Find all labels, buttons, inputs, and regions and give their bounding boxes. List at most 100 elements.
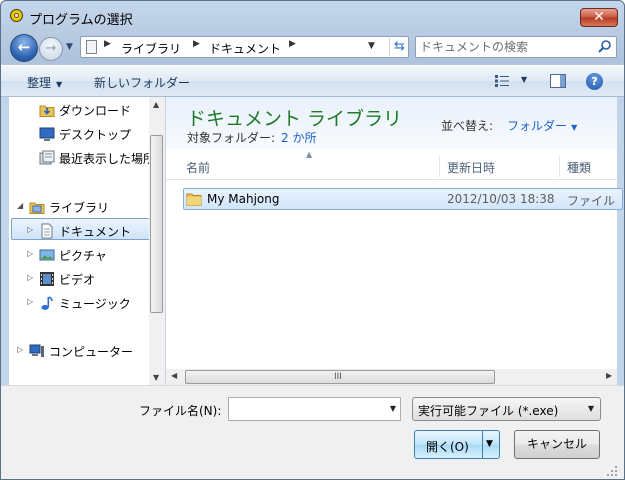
collapsed-triangle-icon[interactable]: ▷ bbox=[27, 225, 33, 234]
breadcrumb-documents[interactable]: ドキュメント bbox=[209, 40, 281, 57]
address-bar[interactable]: ▶ ライブラリ ▶ ドキュメント ▶ ▼ ⇆ bbox=[80, 36, 409, 58]
resize-grip-icon[interactable] bbox=[606, 465, 618, 477]
chevron-down-icon: ▼ bbox=[587, 404, 594, 413]
locations-link[interactable]: 2 か所 bbox=[281, 131, 316, 145]
library-header: ドキュメント ライブラリ 対象フォルダー: 2 か所 並べ替え: フォルダー ▼ bbox=[166, 97, 617, 149]
search-input[interactable] bbox=[420, 38, 590, 56]
filetype-select[interactable]: 実行可能ファイル (*.exe) ▼ bbox=[412, 397, 601, 421]
file-type: ファイル bbox=[567, 194, 616, 208]
filename-input[interactable] bbox=[232, 400, 372, 418]
close-button[interactable]: ✕ bbox=[580, 8, 618, 27]
chevron-down-icon: ▼ bbox=[56, 80, 63, 89]
grip-icon: III bbox=[334, 372, 342, 382]
filename-label: ファイル名(N): bbox=[139, 404, 222, 418]
navigation-bar: ← → ▼ ▶ ライブラリ ▶ ドキュメント ▶ ▼ ⇆ bbox=[1, 31, 624, 65]
cancel-button[interactable]: キャンセル bbox=[514, 430, 600, 459]
sidebar-item-label: ミュージック bbox=[59, 297, 131, 311]
new-folder-button[interactable]: 新しいフォルダー bbox=[94, 74, 190, 91]
horizontal-scrollbar[interactable]: ◀ III ▶ bbox=[166, 369, 617, 385]
views-dropdown-icon[interactable]: ▼ bbox=[521, 75, 527, 84]
chevron-down-icon[interactable]: ▼ bbox=[390, 404, 396, 413]
documents-icon bbox=[41, 223, 53, 239]
scroll-thumb[interactable]: III bbox=[185, 370, 495, 384]
search-icon[interactable] bbox=[597, 39, 613, 55]
split-divider bbox=[482, 431, 483, 458]
open-program-dialog: プログラムの選択 ✕ ← → ▼ ▶ ライブラリ ▶ ドキュメント ▶ ▼ ⇆ … bbox=[0, 0, 625, 480]
scroll-up-icon[interactable]: ▲ bbox=[153, 100, 159, 109]
chevron-down-icon: ▼ bbox=[66, 42, 73, 52]
arrow-left-icon: ← bbox=[17, 38, 31, 56]
library-locations: 対象フォルダー: 2 か所 bbox=[187, 131, 317, 145]
scroll-left-icon[interactable]: ◀ bbox=[171, 371, 177, 380]
search-box[interactable] bbox=[415, 36, 617, 58]
collapsed-triangle-icon[interactable]: ▷ bbox=[27, 249, 33, 258]
scroll-down-icon[interactable]: ▼ bbox=[153, 373, 159, 382]
sidebar-item-label: ドキュメント bbox=[59, 225, 132, 239]
collapsed-triangle-icon[interactable]: ▷ bbox=[27, 297, 33, 306]
window-title: プログラムの選択 bbox=[29, 13, 133, 28]
arrow-right-icon: → bbox=[45, 41, 57, 56]
sidebar-item-label: コンピューター bbox=[49, 345, 134, 359]
column-headers: ▲ 名前 更新日時 種類 bbox=[166, 150, 617, 180]
views-icon[interactable] bbox=[495, 75, 509, 87]
preview-pane-icon[interactable] bbox=[550, 74, 566, 88]
app-icon bbox=[10, 9, 23, 22]
breadcrumb-separator-icon[interactable]: ▶ bbox=[193, 39, 200, 49]
download-folder-icon bbox=[39, 105, 55, 117]
back-button[interactable]: ← bbox=[10, 34, 38, 62]
command-bar: 整理 ▼ 新しいフォルダー ▼ ? bbox=[1, 65, 624, 97]
computer-icon bbox=[29, 344, 44, 357]
breadcrumb-libraries[interactable]: ライブラリ bbox=[121, 40, 181, 57]
help-icon[interactable]: ? bbox=[586, 73, 603, 90]
refresh-button[interactable]: ⇆ bbox=[389, 38, 409, 56]
arrange-by-dropdown[interactable]: フォルダー bbox=[507, 119, 567, 133]
column-header-date[interactable]: 更新日時 bbox=[447, 159, 495, 176]
filename-combobox[interactable]: ▼ bbox=[228, 397, 401, 421]
address-dropdown-icon[interactable]: ▼ bbox=[368, 41, 375, 51]
pictures-icon bbox=[39, 249, 55, 261]
breadcrumb-separator-icon[interactable]: ▶ bbox=[104, 39, 111, 49]
sidebar-item-label: ライブラリ bbox=[49, 201, 110, 215]
navigation-pane: ダウンロード デスクトップ 最近表示した場所 ◢ ライブラリ ▷ ドキュメント … bbox=[9, 97, 166, 385]
column-divider[interactable] bbox=[559, 155, 560, 177]
library-title: ドキュメント ライブラリ bbox=[187, 108, 403, 130]
title-bar: プログラムの選択 ✕ bbox=[1, 1, 624, 31]
recent-places-icon bbox=[39, 150, 55, 165]
refresh-icon: ⇆ bbox=[394, 39, 405, 54]
collapsed-triangle-icon[interactable]: ▷ bbox=[27, 273, 33, 282]
filetype-value: 実行可能ファイル (*.exe) bbox=[418, 404, 559, 418]
desktop-icon bbox=[39, 127, 55, 141]
file-list-pane: ドキュメント ライブラリ 対象フォルダー: 2 か所 並べ替え: フォルダー ▼ ▲ … bbox=[166, 97, 623, 385]
scroll-thumb[interactable] bbox=[150, 135, 163, 313]
scroll-right-icon[interactable]: ▶ bbox=[606, 371, 612, 380]
forward-button[interactable]: → bbox=[39, 37, 63, 61]
chevron-down-icon[interactable]: ▼ bbox=[571, 123, 577, 132]
library-icon bbox=[29, 202, 45, 214]
open-button[interactable]: 開く(O) ▼ bbox=[414, 430, 500, 459]
music-icon bbox=[41, 296, 53, 310]
breadcrumb-separator-icon[interactable]: ▶ bbox=[289, 39, 296, 49]
folder-icon bbox=[186, 193, 202, 206]
document-icon bbox=[86, 40, 97, 54]
expanded-triangle-icon[interactable]: ◢ bbox=[17, 201, 23, 210]
sidebar-item-label: デスクトップ bbox=[59, 128, 132, 142]
collapsed-triangle-icon[interactable]: ▷ bbox=[17, 345, 23, 354]
sidebar-item-label: ビデオ bbox=[59, 273, 96, 287]
organize-button[interactable]: 整理 ▼ bbox=[27, 74, 62, 91]
file-date: 2012/10/03 18:38 bbox=[447, 192, 555, 206]
sidebar-item-label: ダウンロード bbox=[59, 104, 132, 118]
table-row[interactable]: My Mahjong 2012/10/03 18:38 ファイル bbox=[183, 188, 623, 210]
column-divider[interactable] bbox=[439, 155, 440, 177]
open-options-dropdown[interactable]: ▼ bbox=[486, 439, 493, 449]
recent-pages-button[interactable]: ▼ bbox=[66, 42, 73, 52]
navigation-scrollbar[interactable]: ▲ ▼ bbox=[149, 97, 165, 385]
sidebar-item-label: ピクチャ bbox=[59, 249, 107, 263]
column-header-type[interactable]: 種類 bbox=[567, 159, 591, 176]
dialog-footer: ファイル名(N): ▼ 実行可能ファイル (*.exe) ▼ 開く(O) ▼ キ… bbox=[1, 385, 624, 479]
videos-icon bbox=[40, 272, 54, 286]
file-name: My Mahjong bbox=[207, 192, 280, 206]
arrange-by: 並べ替え: フォルダー ▼ bbox=[441, 119, 578, 133]
sort-ascending-icon: ▲ bbox=[306, 150, 313, 159]
sidebar-item-label: 最近表示した場所 bbox=[59, 152, 156, 166]
column-header-name[interactable]: 名前 bbox=[186, 159, 210, 176]
